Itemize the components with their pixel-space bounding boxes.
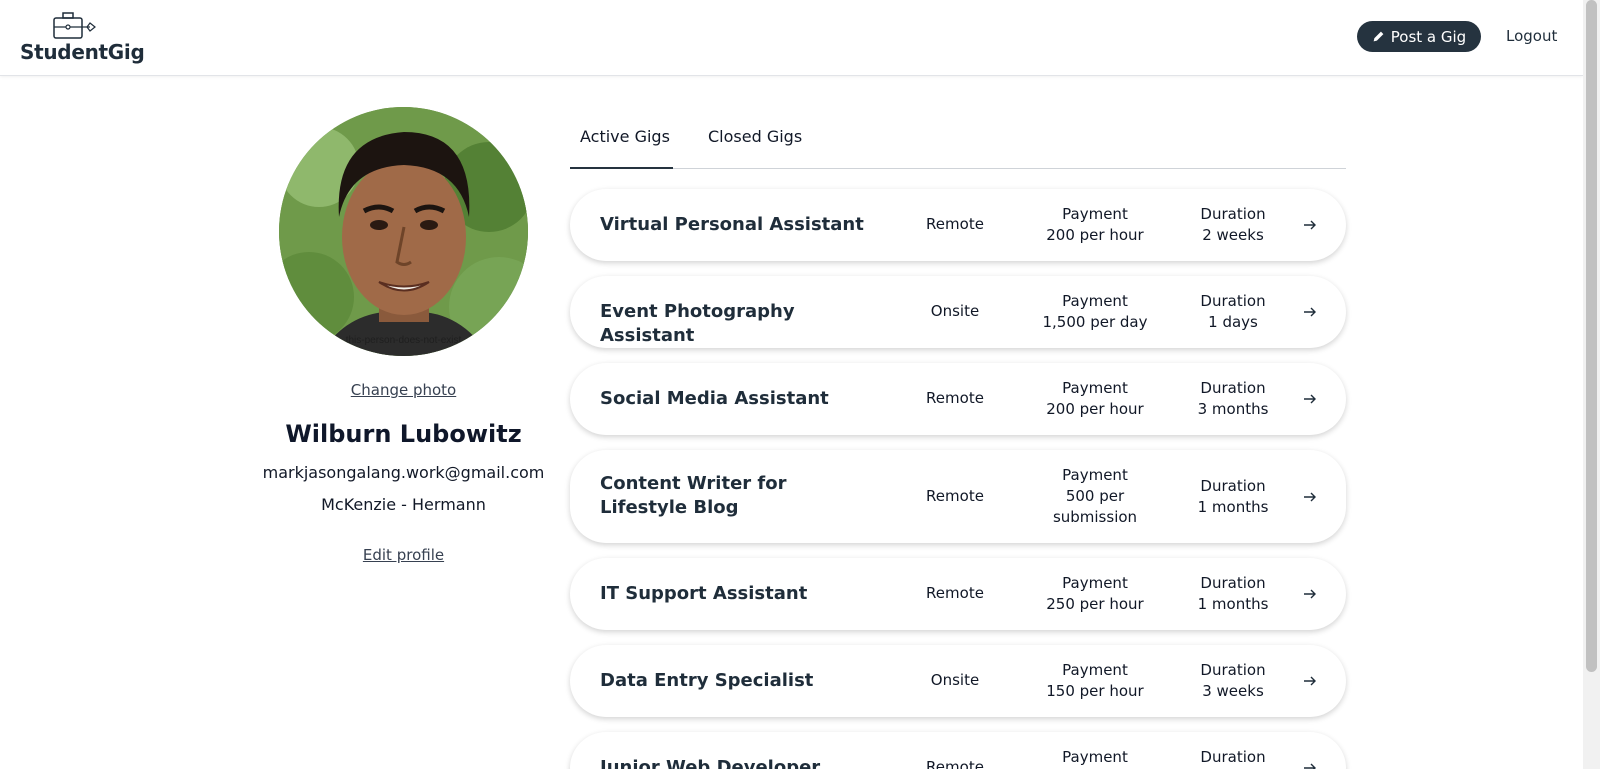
gig-location: Onsite xyxy=(930,671,980,689)
payment-value: 250 per hour xyxy=(1046,595,1144,613)
gig-location: Remote xyxy=(926,487,984,505)
arrow-right-icon[interactable] xyxy=(1303,587,1317,601)
pencil-icon xyxy=(1373,31,1384,42)
duration-value: 2 weeks xyxy=(1202,226,1264,244)
gig-payment: Payment 1,500 per day xyxy=(1020,291,1170,333)
duration-value: 3 weeks xyxy=(1202,682,1264,700)
briefcase-icon xyxy=(53,12,96,39)
gig-location: Remote xyxy=(926,215,984,233)
arrow-right-icon[interactable] xyxy=(1303,392,1317,406)
profile-photo xyxy=(279,107,528,356)
gig-card[interactable]: Data Entry Specialist Onsite Payment 150… xyxy=(570,645,1346,717)
gig-payment: Payment 150 per hour xyxy=(1020,660,1170,702)
payment-label: Payment xyxy=(1062,661,1128,679)
payment-label: Payment xyxy=(1062,466,1128,484)
payment-label: Payment xyxy=(1062,205,1128,223)
duration-value: 1 days xyxy=(1208,313,1258,331)
tab-closed-gigs[interactable]: Closed Gigs xyxy=(708,127,802,146)
gig-duration: Duration 1 months xyxy=(1178,476,1288,518)
payment-value: 150 per hour xyxy=(1046,682,1144,700)
gig-duration: Duration 1 days xyxy=(1178,291,1288,333)
gig-location: Remote xyxy=(926,584,984,602)
duration-label: Duration xyxy=(1200,477,1266,495)
duration-label: Duration xyxy=(1200,661,1266,679)
gig-location: Remote xyxy=(926,389,984,407)
gig-duration: Duration 3 months xyxy=(1178,378,1288,420)
gig-duration: Duration xyxy=(1178,747,1288,768)
gig-duration: Duration 3 weeks xyxy=(1178,660,1288,702)
photo-caption: this-person-does-not-exist xyxy=(345,335,462,346)
arrow-right-icon[interactable] xyxy=(1303,761,1317,769)
gig-payment: Payment xyxy=(1020,747,1170,768)
gig-card[interactable]: Event Photography Assistant Onsite Payme… xyxy=(570,276,1346,348)
gig-duration: Duration 1 months xyxy=(1178,573,1288,615)
arrow-right-icon[interactable] xyxy=(1303,490,1317,504)
scrollbar-thumb[interactable] xyxy=(1586,0,1597,672)
avatar: this-person-does-not-exist xyxy=(279,107,528,356)
duration-label: Duration xyxy=(1200,748,1266,766)
tab-active-gigs[interactable]: Active Gigs xyxy=(580,127,670,146)
gig-card[interactable]: Junior Web Developer Remote Payment Dura… xyxy=(570,732,1346,769)
user-company: McKenzie - Hermann xyxy=(321,495,486,514)
payment-value: 500 per submission xyxy=(1052,487,1138,526)
payment-value: 200 per hour xyxy=(1046,226,1144,244)
gig-title: IT Support Assistant xyxy=(600,583,808,604)
duration-label: Duration xyxy=(1200,574,1266,592)
duration-label: Duration xyxy=(1200,292,1266,310)
gig-title: Virtual Personal Assistant xyxy=(600,214,864,235)
gig-card[interactable]: IT Support Assistant Remote Payment 250 … xyxy=(570,558,1346,630)
gig-payment: Payment 200 per hour xyxy=(1020,378,1170,420)
top-navbar: StudentGig Post a Gig Logout xyxy=(0,0,1583,76)
payment-label: Payment xyxy=(1062,292,1128,310)
gig-card[interactable]: Content Writer for Lifestyle Blog Remote… xyxy=(570,450,1346,543)
duration-value: 3 months xyxy=(1197,400,1269,418)
active-tab-indicator xyxy=(570,167,673,169)
duration-label: Duration xyxy=(1200,379,1266,397)
post-gig-label: Post a Gig xyxy=(1390,27,1467,46)
brand-logo[interactable]: StudentGig xyxy=(20,10,145,66)
gig-title: Event Photography Assistant xyxy=(600,301,795,346)
arrow-right-icon[interactable] xyxy=(1303,674,1317,688)
post-gig-button[interactable]: Post a Gig xyxy=(1357,21,1481,52)
edit-profile-link[interactable]: Edit profile xyxy=(279,546,528,564)
gig-location: Remote xyxy=(926,758,984,769)
user-name: Wilburn Lubowitz xyxy=(285,420,522,448)
page-scrollbar[interactable] xyxy=(1583,0,1600,769)
payment-value: 1,500 per day xyxy=(1042,313,1148,331)
gig-tabs: Active Gigs Closed Gigs xyxy=(570,109,1346,169)
duration-value: 1 months xyxy=(1197,498,1269,516)
logout-link[interactable]: Logout xyxy=(1506,27,1557,45)
gig-location: Onsite xyxy=(930,302,980,320)
payment-label: Payment xyxy=(1062,574,1128,592)
user-email: markjasongalang.work@gmail.com xyxy=(262,463,545,482)
gig-title: Data Entry Specialist xyxy=(600,670,814,691)
duration-value: 1 months xyxy=(1197,595,1269,613)
duration-label: Duration xyxy=(1200,205,1266,223)
gig-payment: Payment 250 per hour xyxy=(1020,573,1170,615)
gig-title: Junior Web Developer xyxy=(600,757,821,769)
payment-label: Payment xyxy=(1062,379,1128,397)
payment-value: 200 per hour xyxy=(1046,400,1144,418)
payment-label: Payment xyxy=(1062,748,1128,766)
arrow-right-icon[interactable] xyxy=(1303,218,1317,232)
change-photo-link[interactable]: Change photo xyxy=(279,381,528,399)
gig-title: Social Media Assistant xyxy=(600,388,829,409)
brand-name: StudentGig xyxy=(20,40,145,64)
gig-title: Content Writer for Lifestyle Blog xyxy=(600,473,787,518)
gig-payment: Payment 500 per submission xyxy=(1040,465,1150,528)
gig-card[interactable]: Social Media Assistant Remote Payment 20… xyxy=(570,363,1346,435)
gig-payment: Payment 200 per hour xyxy=(1020,204,1170,246)
gig-duration: Duration 2 weeks xyxy=(1178,204,1288,246)
gig-card[interactable]: Virtual Personal Assistant Remote Paymen… xyxy=(570,189,1346,261)
arrow-right-icon[interactable] xyxy=(1303,305,1317,319)
